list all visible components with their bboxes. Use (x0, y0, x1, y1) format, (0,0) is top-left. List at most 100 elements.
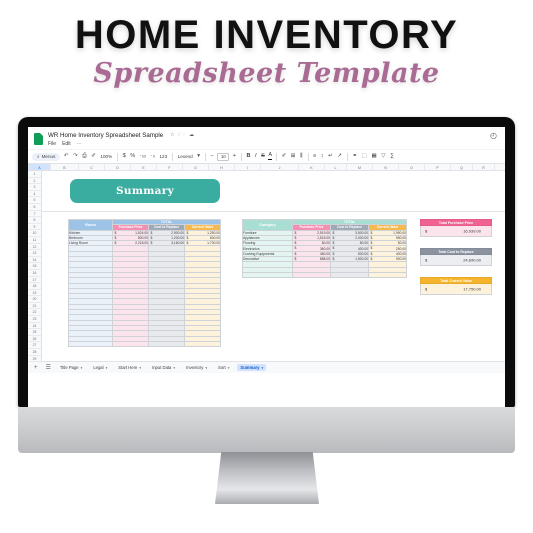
row-header-17[interactable]: 17 (28, 277, 41, 284)
row-header-19[interactable]: 19 (28, 290, 41, 297)
row-header-23[interactable]: 23 (28, 316, 41, 323)
zoom-level[interactable]: 100% (99, 154, 113, 159)
sheet-canvas[interactable]: Summary Room TOTAL Purchase Price Cost to R… (42, 171, 505, 361)
column-header-c[interactable]: C (79, 164, 105, 170)
paint-format-icon[interactable]: ✐ (90, 153, 97, 160)
row-header-6[interactable]: 6 (28, 204, 41, 211)
chevron-down-icon[interactable]: ▾ (205, 366, 207, 370)
row-header-15[interactable]: 15 (28, 263, 41, 270)
italic-icon[interactable]: I (254, 153, 258, 160)
document-title[interactable]: WR Home Inventory Spreadsheet Sample (48, 132, 163, 139)
filter-icon[interactable]: ▽ (380, 153, 386, 160)
column-header-f[interactable]: F (157, 164, 183, 170)
row-header-7[interactable]: 7 (28, 211, 41, 218)
bold-icon[interactable]: B (246, 153, 252, 160)
increase-decimal-icon[interactable]: ·₀ (150, 153, 156, 160)
column-header-b[interactable]: B (51, 164, 79, 170)
column-header-e[interactable]: E (131, 164, 157, 170)
row-header-20[interactable]: 20 (28, 296, 41, 303)
column-header-p[interactable]: P (425, 164, 451, 170)
redo-icon[interactable]: ↷ (72, 153, 79, 160)
row-header-4[interactable]: 4 (28, 191, 41, 198)
row-header-28[interactable]: 28 (28, 349, 41, 356)
column-header-s[interactable]: S (495, 164, 505, 170)
column-header-a[interactable]: A (29, 164, 51, 170)
row-header-11[interactable]: 11 (28, 237, 41, 244)
row-header-27[interactable]: 27 (28, 342, 41, 350)
folder-move-icon[interactable]: 🗁 (179, 131, 185, 139)
sheet-tab-start-here[interactable]: Start Here ▾ (115, 364, 144, 371)
chevron-down-icon[interactable]: ▾ (196, 153, 201, 160)
add-sheet-icon[interactable]: + (32, 365, 40, 371)
currency-format-icon[interactable]: $ (122, 153, 127, 160)
chevron-down-icon[interactable]: ▾ (81, 366, 83, 370)
column-header-d[interactable]: D (105, 164, 131, 170)
sheet-tab-title-page[interactable]: Title Page ▾ (57, 364, 85, 371)
row-header-3[interactable]: 3 (28, 184, 41, 191)
percent-format-icon[interactable]: % (129, 153, 136, 160)
column-header-r[interactable]: R (473, 164, 495, 170)
strikethrough-icon[interactable]: S (260, 153, 266, 160)
column-header-k[interactable]: K (299, 164, 325, 170)
text-color-icon[interactable]: A (268, 152, 273, 161)
horizontal-align-icon[interactable]: ≡ (312, 153, 317, 160)
font-size-input[interactable]: 10 (217, 152, 230, 161)
column-header-l[interactable]: L (325, 164, 347, 170)
vertical-align-icon[interactable]: ↕ (320, 153, 325, 160)
column-header-n[interactable]: N (373, 164, 399, 170)
chevron-down-icon[interactable]: ▾ (106, 366, 108, 370)
menu-file[interactable]: File (48, 141, 56, 148)
text-wrap-icon[interactable]: ↵ (327, 153, 334, 160)
insert-link-icon[interactable]: ⚭ (351, 153, 358, 160)
sheet-tab-input-data[interactable]: Input Data ▾ (149, 364, 178, 371)
cloud-status-icon[interactable]: ☁ (189, 131, 194, 139)
row-header-26[interactable]: 26 (28, 336, 41, 343)
chevron-down-icon[interactable]: ▾ (228, 366, 230, 370)
more-formats-icon[interactable]: 123 (158, 154, 168, 159)
sheet-tab-inventory[interactable]: Inventory ▾ (183, 364, 210, 371)
column-header-j[interactable]: J (261, 164, 299, 170)
print-icon[interactable]: ⎙ (81, 153, 87, 160)
row-header-5[interactable]: 5 (28, 197, 41, 204)
decrease-font-size-icon[interactable]: − (210, 153, 215, 160)
text-rotation-icon[interactable]: ↗ (336, 153, 343, 160)
row-header-9[interactable]: 9 (28, 224, 41, 231)
undo-icon[interactable]: ↶ (63, 153, 70, 160)
menus-search-pill[interactable]: ⌕ Menus (32, 152, 61, 161)
row-header-10[interactable]: 10 (28, 230, 41, 237)
insert-comment-icon[interactable]: ⬚ (361, 153, 368, 160)
column-header-g[interactable]: G (183, 164, 209, 170)
version-history-icon[interactable]: ◴ (490, 131, 497, 140)
merge-cells-icon[interactable]: ⫼ (299, 153, 304, 160)
increase-font-size-icon[interactable]: + (232, 153, 237, 160)
sheet-tab-sort[interactable]: Sort ▾ (215, 364, 232, 371)
column-header-h[interactable]: H (209, 164, 235, 170)
borders-icon[interactable]: ⊞ (290, 153, 297, 160)
row-header-12[interactable]: 12 (28, 244, 41, 251)
functions-icon[interactable]: ∑ (389, 153, 395, 160)
column-header-q[interactable]: Q (451, 164, 473, 170)
row-header-8[interactable]: 8 (28, 217, 41, 224)
row-header-14[interactable]: 14 (28, 257, 41, 264)
all-sheets-icon[interactable]: ☰ (44, 364, 53, 371)
menu-edit[interactable]: Edit (62, 141, 71, 148)
column-header-m[interactable]: M (347, 164, 373, 170)
row-header-22[interactable]: 22 (28, 309, 41, 317)
row-header-21[interactable]: 21 (28, 303, 41, 310)
sheet-tab-legal[interactable]: Legal ▾ (90, 364, 110, 371)
row-header-29[interactable]: 29 (28, 356, 41, 363)
decrease-decimal-icon[interactable]: ·₀₀ (139, 153, 148, 160)
sheet-tab-summary[interactable]: Summary ▾ (237, 364, 267, 371)
column-header-o[interactable]: O (399, 164, 425, 170)
menu-overflow-icon[interactable]: ⋯ (77, 141, 82, 148)
row-header-2[interactable]: 2 (28, 178, 41, 185)
row-header-16[interactable]: 16 (28, 270, 41, 277)
column-header-i[interactable]: I (235, 164, 261, 170)
row-header-25[interactable]: 25 (28, 329, 41, 336)
row-header-24[interactable]: 24 (28, 323, 41, 330)
chevron-down-icon[interactable]: ▾ (173, 366, 175, 370)
row-header-18[interactable]: 18 (28, 283, 41, 290)
star-icon[interactable]: ☆ (170, 131, 175, 139)
chevron-down-icon[interactable]: ▾ (262, 366, 264, 370)
fill-color-icon[interactable]: ✐ (281, 153, 288, 160)
